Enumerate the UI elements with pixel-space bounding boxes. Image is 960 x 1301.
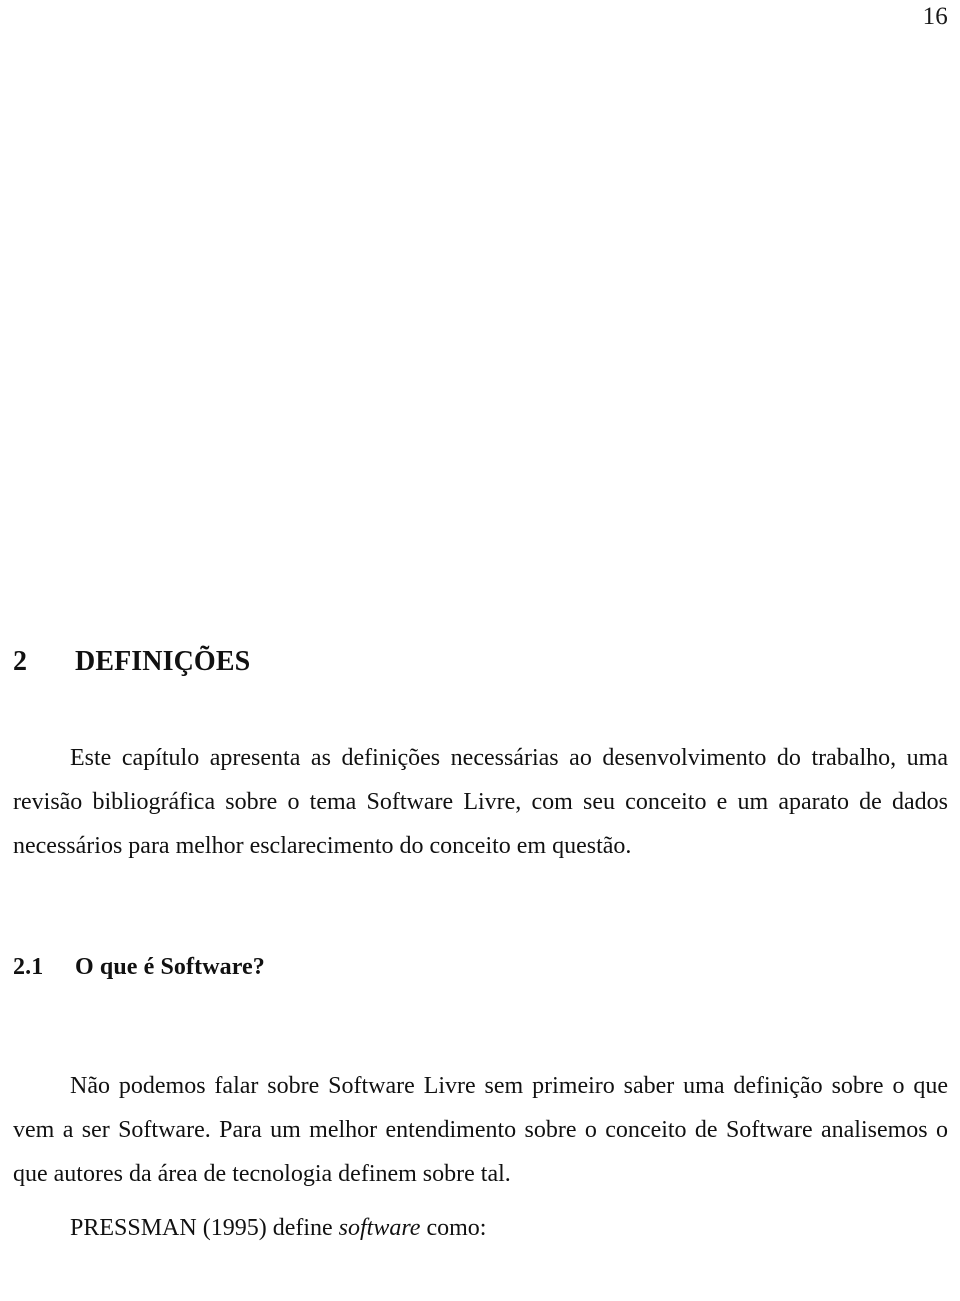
spacer-body-to-citation xyxy=(13,1196,948,1206)
chapter-number: 2 xyxy=(13,646,28,677)
citation-lead-in-paragraph: PRESSMAN (1995) define software como: xyxy=(13,1206,948,1250)
section-paragraph: Não podemos falar sobre Software Livre s… xyxy=(13,1072,948,1187)
section-number: 2.1 xyxy=(13,953,44,980)
citation-italic-term: software xyxy=(338,1214,421,1241)
citation-lead-in-before: PRESSMAN (1995) define xyxy=(70,1214,339,1241)
spacer-intro-to-section xyxy=(13,868,948,932)
intro-paragraph: Este capítulo apresenta as definições ne… xyxy=(13,745,948,859)
document-page: 16 2 DEFINIÇÕES Este capítulo apresenta a… xyxy=(0,0,960,1301)
citation-lead-in-after: como: xyxy=(420,1214,487,1241)
chapter-title: DEFINIÇÕES xyxy=(75,646,251,677)
page-number: 16 xyxy=(922,3,948,30)
section-title: O que é Software? xyxy=(75,953,265,980)
page-content: 2 DEFINIÇÕES Este capítulo apresenta as d… xyxy=(13,645,948,1250)
chapter-heading: 2 DEFINIÇÕES xyxy=(13,645,948,679)
section-heading: 2.1 O que é Software? xyxy=(13,952,948,982)
spacer-section-to-body xyxy=(13,1002,948,1064)
spacer-chapter-to-intro xyxy=(13,679,948,736)
